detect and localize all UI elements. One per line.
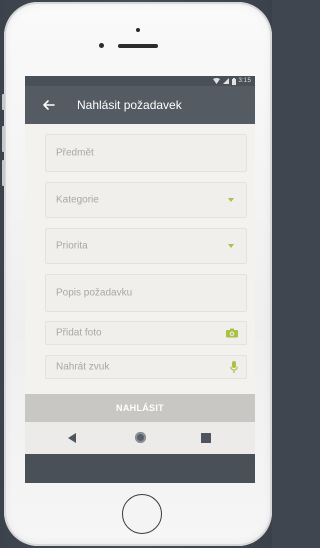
phone-home-button[interactable]: [122, 494, 162, 534]
subject-field[interactable]: Předmět: [45, 134, 247, 172]
priority-select[interactable]: Priorita: [45, 228, 247, 264]
description-placeholder: Popis požadavku: [56, 287, 133, 299]
camera-icon: [226, 328, 238, 338]
phone-volume-down-button: [2, 160, 5, 186]
priority-placeholder: Priorita: [56, 240, 88, 252]
page-title: Nahlásit požadavek: [77, 98, 182, 112]
phone-frame: 3:15 Nahlásit požadavek Předmět Kategori…: [2, 2, 272, 546]
proximity-sensor: [99, 43, 104, 48]
record-audio-label: Nahrát zvuk: [56, 361, 110, 373]
front-camera: [136, 28, 140, 32]
microphone-icon: [230, 361, 238, 373]
triangle-back-icon[interactable]: [68, 433, 76, 443]
phone-screen: 3:15 Nahlásit požadavek Předmět Kategori…: [25, 76, 255, 483]
wifi-icon: [212, 78, 220, 84]
chevron-down-icon: [228, 198, 234, 202]
status-bar: 3:15: [25, 76, 255, 86]
subject-placeholder: Předmět: [56, 147, 94, 159]
description-field[interactable]: Popis požadavku: [45, 274, 247, 312]
back-button[interactable]: [39, 95, 59, 115]
record-audio-button[interactable]: Nahrát zvuk: [45, 355, 247, 379]
phone-side-button: [2, 94, 5, 110]
status-time: 3:15: [238, 78, 251, 84]
arrow-left-icon: [43, 100, 55, 110]
submit-button[interactable]: NAHLÁSIT: [25, 394, 255, 422]
chevron-down-icon: [228, 244, 234, 248]
android-nav-bar: [25, 422, 255, 454]
add-photo-button[interactable]: Přidat foto: [45, 321, 247, 345]
earpiece-speaker: [118, 44, 158, 48]
signal-icon: [222, 78, 229, 84]
add-photo-label: Přidat foto: [56, 327, 102, 339]
screen-bottom-bar: [25, 454, 255, 483]
category-select[interactable]: Kategorie: [45, 182, 247, 218]
circle-home-icon[interactable]: [135, 432, 146, 443]
phone-volume-up-button: [2, 126, 5, 152]
app-bar: Nahlásit požadavek: [25, 86, 255, 124]
category-placeholder: Kategorie: [56, 194, 99, 206]
battery-icon: [231, 77, 236, 85]
square-recent-icon[interactable]: [201, 433, 211, 443]
